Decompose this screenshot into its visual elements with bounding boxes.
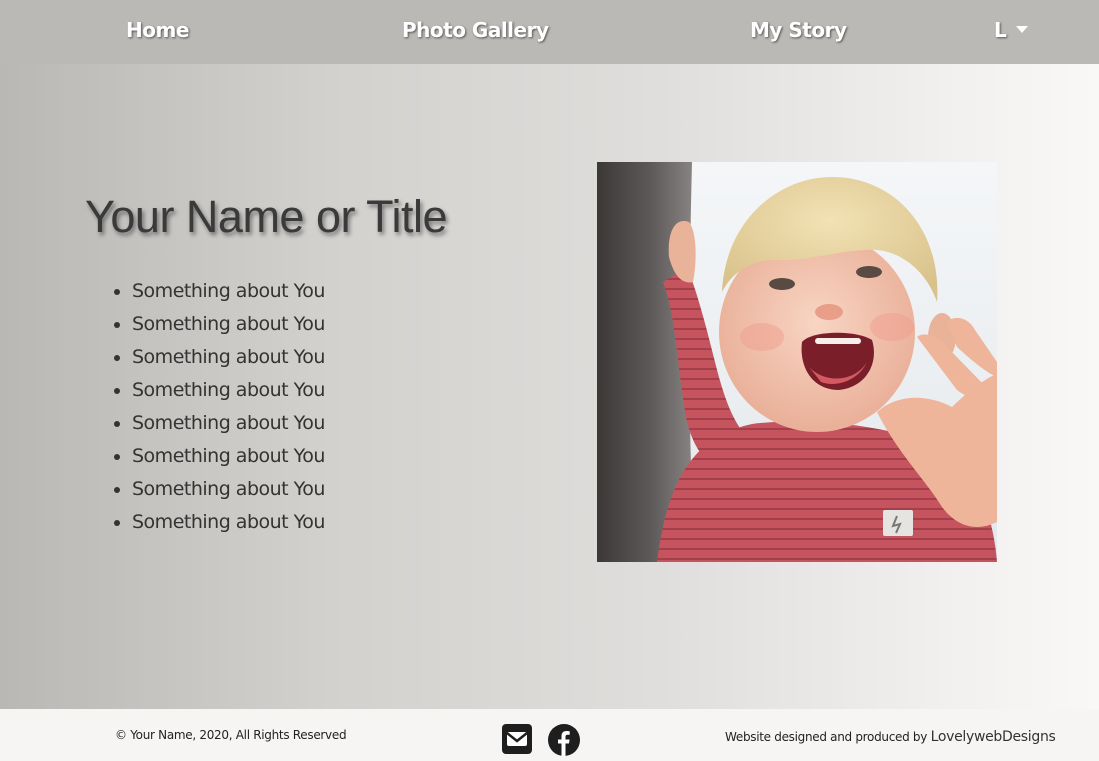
nav-home-link[interactable]: Home — [126, 18, 189, 42]
envelope-icon[interactable] — [502, 724, 532, 758]
list-item: Something about You — [132, 474, 325, 507]
credit-text: Website designed and produced by Lovelyw… — [725, 729, 1056, 745]
list-item: Something about You — [132, 342, 325, 375]
list-item: Something about You — [132, 441, 325, 474]
list-item: Something about You — [132, 375, 325, 408]
list-item: Something about You — [132, 408, 325, 441]
list-item: Something about You — [132, 309, 325, 342]
about-list: Something about You Something about You … — [92, 276, 325, 540]
nav-dropdown-label: L — [994, 18, 1007, 42]
nav-photo-gallery-link[interactable]: Photo Gallery — [402, 18, 549, 42]
navbar: Home Photo Gallery My Story L — [0, 0, 1099, 64]
caret-down-icon — [1016, 26, 1029, 33]
page-title: Your Name or Title — [85, 191, 448, 242]
profile-photo — [597, 162, 997, 562]
list-item: Something about You — [132, 507, 325, 540]
facebook-icon[interactable] — [548, 724, 580, 760]
nav-my-story-link[interactable]: My Story — [750, 18, 847, 42]
main-content: Your Name or Title Something about You S… — [0, 64, 1099, 709]
credit-prefix: Website designed and produced by — [725, 730, 928, 744]
nav-dropdown-toggle[interactable]: L — [994, 18, 1029, 42]
copyright-text: © Your Name, 2020, All Rights Reserved — [115, 728, 347, 742]
list-item: Something about You — [132, 276, 325, 309]
footer: © Your Name, 2020, All Rights Reserved W… — [0, 709, 1099, 761]
credit-link[interactable]: LovelywebDesigns — [931, 729, 1056, 745]
